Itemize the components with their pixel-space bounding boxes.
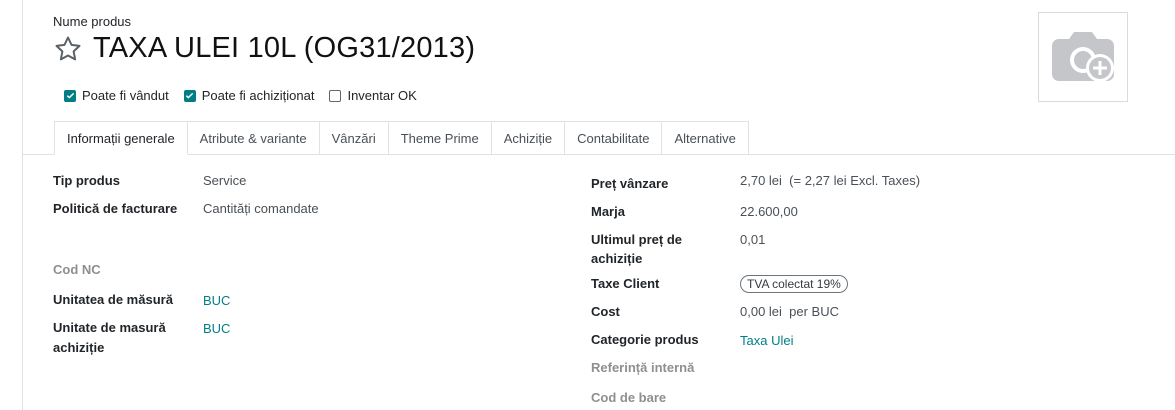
cost-label: Cost <box>591 304 620 319</box>
tab-attributes-variants[interactable]: Atribute & variante <box>187 121 320 155</box>
last-purchase-price-label-line2: achiziție <box>591 251 643 266</box>
tab-theme-prime[interactable]: Theme Prime <box>388 121 492 155</box>
tab-purchase[interactable]: Achiziție <box>491 121 566 155</box>
can-be-purchased-label: Poate fi achiziționat <box>201 88 315 103</box>
product-type-label: Tip produs <box>53 173 120 188</box>
title-row: TAXA ULEI 10L (OG31/2013) <box>53 32 475 65</box>
invoicing-policy-value[interactable]: Cantități comandate <box>203 199 319 219</box>
customer-taxes-field[interactable]: TVA colectat 19% <box>740 274 848 294</box>
camera-add-icon <box>1052 32 1114 82</box>
inventory-ok-label: Inventar OK <box>347 88 417 103</box>
sales-price-value[interactable]: 2,70 lei <box>740 173 782 188</box>
notebook-tabs: Informații generale Atribute & variante … <box>54 121 749 155</box>
sales-price-value-group: 2,70 lei (= 2,27 lei Excl. Taxes) <box>740 171 920 191</box>
invoicing-policy-label: Politică de facturare <box>53 201 178 216</box>
uom-value[interactable]: BUC <box>203 291 230 311</box>
product-name-label: Nume produs <box>53 14 132 29</box>
product-type-value[interactable]: Service <box>203 171 246 191</box>
tab-accounting[interactable]: Contabilitate <box>565 121 663 155</box>
checkbox-group: Poate fi vândut Poate fi achiziționat In… <box>64 88 432 103</box>
tab-alternatives[interactable]: Alternative <box>662 121 749 155</box>
sales-price-label: Preț vânzare <box>591 176 669 191</box>
sales-price-excl-taxes: (= 2,27 lei Excl. Taxes) <box>789 173 921 188</box>
last-purchase-price-value[interactable]: 0,01 <box>740 230 765 250</box>
cost-unit: per BUC <box>789 304 840 319</box>
last-purchase-price-label-line1: Ultimul preț de <box>591 232 683 247</box>
cost-value[interactable]: 0,00 lei <box>740 304 782 319</box>
checkbox-unchecked-icon[interactable] <box>329 89 342 102</box>
tax-badge[interactable]: TVA colectat 19% <box>740 275 848 293</box>
purchase-uom-label-line1: Unitate de masură <box>53 320 166 335</box>
can-be-purchased-checkbox[interactable]: Poate fi achiziționat <box>183 88 315 103</box>
purchase-uom-value[interactable]: BUC <box>203 319 230 339</box>
product-category-value[interactable]: Taxa Ulei <box>740 331 793 351</box>
product-category-label: Categorie produs <box>591 332 699 347</box>
customer-taxes-label: Taxe Client <box>591 276 660 291</box>
purchase-uom-label-line2: achiziție <box>53 340 105 355</box>
product-image-placeholder[interactable] <box>1038 12 1128 102</box>
tab-sales[interactable]: Vânzări <box>319 121 389 155</box>
internal-reference-label: Referință internă <box>591 360 695 375</box>
margin-label: Marja <box>591 204 625 219</box>
nc-code-label: Cod NC <box>53 262 101 277</box>
margin-value[interactable]: 22.600,00 <box>740 202 798 222</box>
uom-label: Unitatea de măsură <box>53 292 173 307</box>
barcode-label: Cod de bare <box>591 390 667 405</box>
product-name-title[interactable]: TAXA ULEI 10L (OG31/2013) <box>93 32 475 65</box>
tab-general-info[interactable]: Informații generale <box>54 121 188 155</box>
cost-value-group: 0,00 lei per BUC <box>740 302 839 322</box>
can-be-sold-checkbox[interactable]: Poate fi vândut <box>64 88 169 103</box>
checkbox-checked-icon[interactable] <box>183 89 196 102</box>
star-outline-icon[interactable] <box>53 34 83 64</box>
checkbox-checked-icon[interactable] <box>64 89 76 102</box>
can-be-sold-label: Poate fi vândut <box>82 88 169 103</box>
inventory-ok-checkbox[interactable]: Inventar OK <box>329 88 417 103</box>
